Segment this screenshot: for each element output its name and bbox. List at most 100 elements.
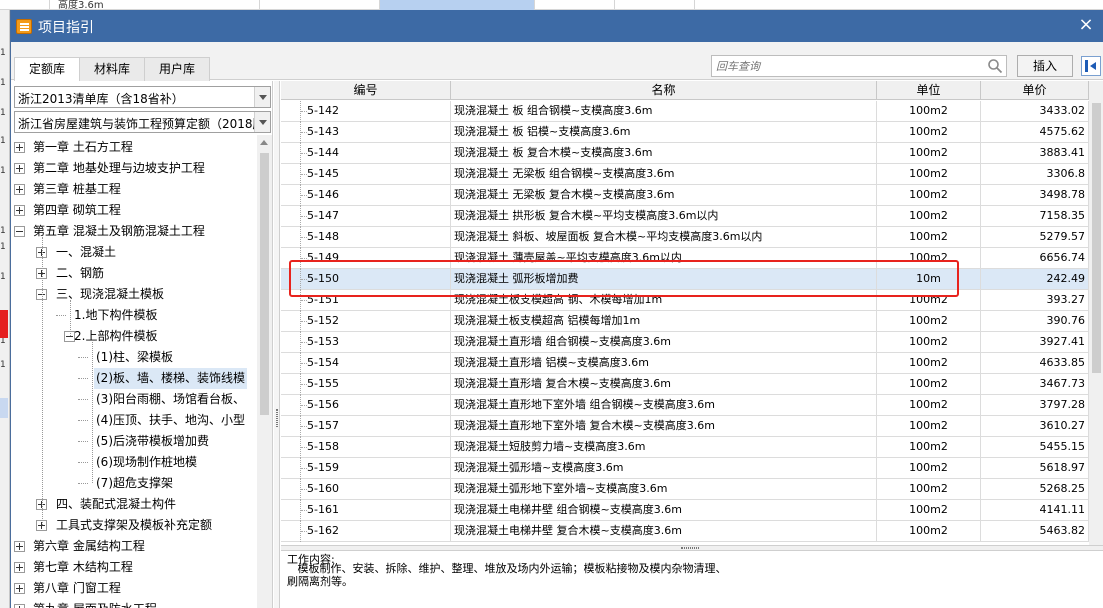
cell-price: 3927.41 — [981, 332, 1089, 353]
tree-node[interactable]: (2)板、墙、楼梯、装饰线模 — [94, 368, 247, 389]
cell-name: 现浇混凝土 无梁板 复合木模~支模高度3.6m — [451, 185, 877, 206]
tab-material-library[interactable]: 材料库 — [79, 57, 145, 81]
tree-node[interactable]: 第二章 地基处理与边坡支护工程 — [31, 158, 207, 179]
tree-node[interactable]: (1)柱、梁模板 — [94, 347, 175, 368]
table-row[interactable]: 5-160 现浇混凝土弧形地下室外墙~支模高度3.6m 100m2 5268.25 — [281, 479, 1089, 500]
tree-node[interactable]: 二、钢筋 — [54, 263, 106, 284]
dock-left-icon[interactable] — [1081, 56, 1101, 76]
tree-node[interactable]: 第一章 土石方工程 — [31, 137, 135, 158]
column-header-code[interactable]: 编号 — [281, 81, 451, 100]
expand-icon[interactable] — [14, 604, 25, 608]
search-icon[interactable] — [987, 58, 1003, 74]
expand-icon[interactable] — [14, 562, 25, 573]
expand-icon[interactable] — [14, 163, 25, 174]
table-row[interactable]: 5-153 现浇混凝土直形墙 组合钢模~支模高度3.6m 100m2 3927.41 — [281, 332, 1089, 353]
splitter-grip[interactable] — [276, 409, 278, 427]
cell-price: 242.49 — [981, 269, 1089, 290]
tree-scroll-thumb[interactable] — [260, 153, 269, 415]
cell-code: 5-144 — [301, 143, 451, 164]
chevron-down-icon[interactable] — [254, 112, 270, 132]
tree-node[interactable]: 第五章 混凝土及钢筋混凝土工程 — [31, 221, 207, 242]
tree-node[interactable]: 四、装配式混凝土构件 — [54, 494, 178, 515]
column-header-price[interactable]: 单价 — [981, 81, 1089, 100]
table-row[interactable]: 5-161 现浇混凝土电梯井壁 组合钢模~支模高度3.6m 100m2 4141.11 — [281, 500, 1089, 521]
table-row[interactable]: 5-157 现浇混凝土直形地下室外墙 复合木模~支模高度3.6m 100m2 3610… — [281, 416, 1089, 437]
tree-node[interactable]: 第八章 门窗工程 — [31, 578, 123, 599]
tree-scrollbar[interactable] — [257, 135, 272, 608]
tree-node[interactable]: 第三章 桩基工程 — [31, 179, 123, 200]
background-blue-marker — [0, 398, 8, 418]
cell-code: 5-156 — [301, 395, 451, 416]
table-row[interactable]: 5-162 现浇混凝土电梯井壁 复合木模~支模高度3.6m 100m2 5463.82 — [281, 521, 1089, 542]
expand-icon[interactable] — [14, 583, 25, 594]
table-row[interactable]: 5-148 现浇混凝土 斜板、坡屋面板 复合木模~平均支模高度3.6m以内 100m… — [281, 227, 1089, 248]
insert-button[interactable]: 插入 — [1017, 55, 1073, 77]
tree-node[interactable]: (3)阳台雨棚、场馆看台板、 — [94, 389, 247, 410]
table-row[interactable]: 5-158 现浇混凝土短肢剪力墙~支模高度3.6m 100m2 5455.15 — [281, 437, 1089, 458]
row-tree-connector — [281, 311, 307, 332]
cell-price: 3883.41 — [981, 143, 1089, 164]
table-row[interactable]: 5-143 现浇混凝土 板 铝模~支模高度3.6m 100m2 4575.62 — [281, 122, 1089, 143]
table-row[interactable]: 5-144 现浇混凝土 板 复合木模~支模高度3.6m 100m2 3883.41 — [281, 143, 1089, 164]
collapse-icon[interactable] — [14, 226, 25, 237]
tree-node[interactable]: 1.地下构件模板 — [72, 305, 159, 326]
close-button[interactable]: × — [1076, 15, 1096, 35]
tree-node[interactable]: 一、混凝土 — [54, 242, 118, 263]
column-header-name[interactable]: 名称 — [451, 81, 877, 100]
table-row[interactable]: 5-156 现浇混凝土直形地下室外墙 组合钢模~支模高度3.6m 100m2 3797… — [281, 395, 1089, 416]
table-row[interactable]: 5-147 现浇混凝土 拱形板 复合木模~平均支模高度3.6m以内 100m2 715… — [281, 206, 1089, 227]
table-row[interactable]: 5-152 现浇混凝土板支模超高 铝模每增加1m 100m2 390.76 — [281, 311, 1089, 332]
cell-price: 4575.62 — [981, 122, 1089, 143]
tree-node[interactable]: (7)超危支撑架 — [94, 473, 175, 494]
tree-node[interactable]: 第六章 金属结构工程 — [31, 536, 147, 557]
search-input[interactable] — [712, 56, 984, 76]
cell-name: 现浇混凝土 无梁板 组合钢模~支模高度3.6m — [451, 164, 877, 185]
column-header-unit[interactable]: 单位 — [877, 81, 981, 100]
dialog-titlebar[interactable]: 项目指引 × — [11, 10, 1103, 42]
tree-node[interactable]: 第九章 屋面及防水工程 — [31, 599, 159, 608]
quota-set-select[interactable]: 浙江省房屋建筑与装饰工程预算定额（2018版） — [14, 111, 271, 133]
splitter-grip[interactable] — [681, 547, 699, 549]
tree-node[interactable]: 2.上部构件模板 — [72, 326, 159, 347]
row-tree-connector — [281, 332, 307, 353]
tree-node[interactable]: (5)后浇带模板增加费 — [94, 431, 211, 452]
expand-icon[interactable] — [14, 205, 25, 216]
cell-name: 现浇混凝土电梯井壁 组合钢模~支模高度3.6m — [451, 500, 877, 521]
table-row[interactable]: 5-159 现浇混凝土弧形墙~支模高度3.6m 100m2 5618.97 — [281, 458, 1089, 479]
expand-icon[interactable] — [14, 184, 25, 195]
cell-code: 5-160 — [301, 479, 451, 500]
cell-code: 5-150 — [301, 269, 451, 290]
grid-scrollbar[interactable] — [1089, 81, 1103, 545]
cell-unit: 100m2 — [877, 437, 981, 458]
tree-node[interactable]: (6)现场制作桩地模 — [94, 452, 199, 473]
cell-price: 5268.25 — [981, 479, 1089, 500]
quota-set-select-value: 浙江省房屋建筑与装饰工程预算定额（2018版） — [18, 117, 271, 131]
tree-node[interactable]: 第七章 木结构工程 — [31, 557, 135, 578]
tree-node[interactable]: 工具式支撑架及模板补充定额 — [54, 515, 214, 536]
table-row[interactable]: 5-146 现浇混凝土 无梁板 复合木模~支模高度3.6m 100m2 3498.78 — [281, 185, 1089, 206]
table-row[interactable]: 5-149 现浇混凝土 薄壳屋盖~平均支模高度3.6m以内 100m2 6656.74 — [281, 248, 1089, 269]
table-row[interactable]: 5-150 现浇混凝土 弧形板增加费 10m 242.49 — [281, 269, 1089, 290]
cell-name: 现浇混凝土板支模超高 钢、木模每增加1m — [451, 290, 877, 311]
scroll-up-icon[interactable] — [260, 140, 268, 145]
cell-unit: 100m2 — [877, 479, 981, 500]
tab-user-library[interactable]: 用户库 — [144, 57, 210, 81]
tree-connector — [78, 483, 88, 484]
grid-scroll-thumb[interactable] — [1092, 103, 1101, 373]
chevron-down-icon[interactable] — [254, 87, 270, 107]
cell-unit: 100m2 — [877, 227, 981, 248]
tab-quota-library[interactable]: 定额库 — [14, 57, 80, 82]
expand-icon[interactable] — [14, 541, 25, 552]
background-row-number: 1 — [0, 136, 6, 146]
tree-node[interactable]: (4)压顶、扶手、地沟、小型 — [94, 410, 247, 431]
table-row[interactable]: 5-151 现浇混凝土板支模超高 钢、木模每增加1m 100m2 393.27 — [281, 290, 1089, 311]
library-select[interactable]: 浙江2013清单库（含18省补） — [14, 86, 271, 108]
table-row[interactable]: 5-155 现浇混凝土直形墙 复合木模~支模高度3.6m 100m2 3467.73 — [281, 374, 1089, 395]
table-row[interactable]: 5-142 现浇混凝土 板 组合钢模~支模高度3.6m 100m2 3433.02 — [281, 101, 1089, 122]
cell-unit: 100m2 — [877, 122, 981, 143]
panel-splitter[interactable] — [274, 81, 280, 608]
table-row[interactable]: 5-145 现浇混凝土 无梁板 组合钢模~支模高度3.6m 100m2 3306.8 — [281, 164, 1089, 185]
table-row[interactable]: 5-154 现浇混凝土直形墙 铝模~支模高度3.6m 100m2 4633.85 — [281, 353, 1089, 374]
tree-node[interactable]: 第四章 砌筑工程 — [31, 200, 123, 221]
expand-icon[interactable] — [14, 142, 25, 153]
